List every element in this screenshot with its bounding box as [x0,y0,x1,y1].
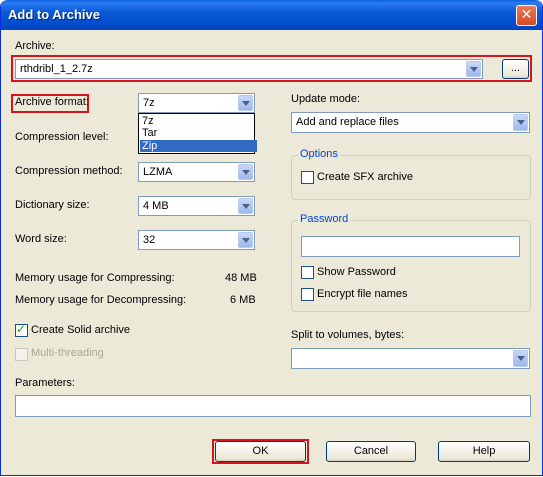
dictionary-size-combo[interactable]: 4 MB [138,196,255,216]
sfx-label: Create SFX archive [317,171,413,183]
encrypt-names-checkbox[interactable] [301,288,314,301]
solid-archive-label: Create Solid archive [31,324,131,336]
split-volumes-label: Split to volumes, bytes: [291,329,405,341]
multithreading-checkbox [15,348,28,361]
memory-compress-value: 48 MB [225,272,257,284]
memory-decompress-label: Memory usage for Decompressing: [15,294,187,306]
multithreading-label: Multi-threading [31,347,104,359]
dictionary-size-label: Dictionary size: [15,199,90,211]
compression-method-value: LZMA [143,166,173,178]
update-mode-label: Update mode: [291,93,361,105]
format-option-7z[interactable]: 7z [140,115,257,127]
chevron-down-icon[interactable] [238,198,253,214]
add-to-archive-dialog: Add to Archive ✕ Archive: rthdribl_1_2.7… [0,0,543,476]
compression-level-label: Compression level: [15,131,109,143]
archive-format-value: 7z [143,97,155,109]
dictionary-size-value: 4 MB [143,200,169,212]
word-size-label: Word size: [15,233,67,245]
compression-method-combo[interactable]: LZMA [138,162,255,182]
chevron-down-icon[interactable] [238,95,253,111]
chevron-down-icon[interactable] [238,164,253,180]
options-group-title: Options [298,148,340,160]
chevron-down-icon[interactable] [513,350,528,367]
close-icon[interactable]: ✕ [516,5,537,26]
archive-path-value: rthdribl_1_2.7z [20,63,93,75]
update-mode-value: Add and replace files [296,116,399,128]
cancel-button[interactable]: Cancel [326,441,416,462]
memory-decompress-value: 6 MB [230,294,256,306]
show-password-label: Show Password [317,266,396,278]
compression-method-label: Compression method: [15,165,123,177]
parameters-input[interactable] [15,395,531,417]
archive-format-dropdown: 7z Tar Zip [138,113,257,154]
show-password-checkbox[interactable] [301,266,314,279]
update-mode-combo[interactable]: Add and replace files [291,112,530,133]
window-title: Add to Archive [8,7,100,22]
archive-format-label: Archive format: [15,96,89,108]
title-bar[interactable]: Add to Archive ✕ [1,0,542,30]
solid-archive-checkbox[interactable] [15,322,28,337]
memory-compress-label: Memory usage for Compressing: [15,272,175,284]
word-size-combo[interactable]: 32 [138,230,255,250]
password-group-title: Password [298,213,351,225]
format-option-zip[interactable]: Zip [140,140,257,152]
word-size-value: 32 [143,234,156,246]
help-button[interactable]: Help [438,441,530,462]
archive-format-combo[interactable]: 7z [138,93,255,113]
parameters-label: Parameters: [15,377,75,389]
format-option-tar[interactable]: Tar [140,127,257,139]
archive-label: Archive: [15,40,55,52]
sfx-checkbox[interactable] [301,171,314,184]
password-input[interactable] [301,236,520,257]
chevron-down-icon[interactable] [238,232,253,248]
chevron-down-icon[interactable] [466,61,481,77]
split-volumes-combo[interactable] [291,348,530,369]
ok-button[interactable]: OK [215,441,306,462]
encrypt-names-label: Encrypt file names [317,288,408,300]
browse-button[interactable]: ... [502,59,529,79]
archive-path-combo[interactable]: rthdribl_1_2.7z [15,59,483,79]
chevron-down-icon[interactable] [513,114,528,131]
